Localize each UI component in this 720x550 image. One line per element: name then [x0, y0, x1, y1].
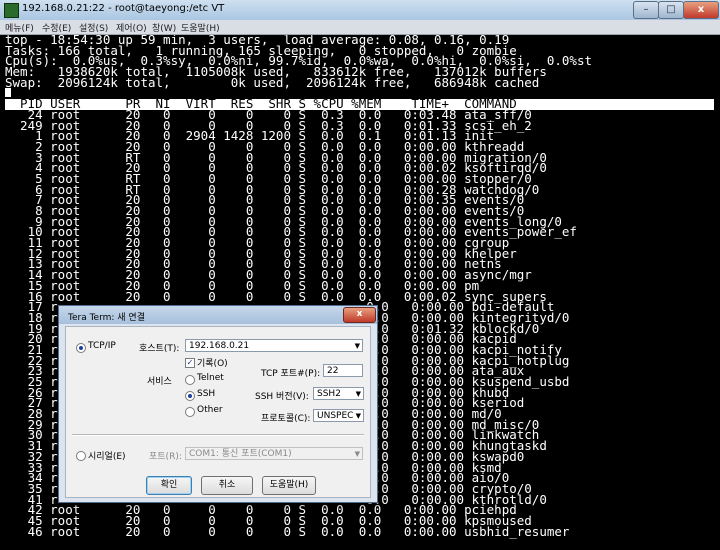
- port-label: 포트(R):: [149, 452, 182, 462]
- service-label: 서비스: [147, 377, 172, 387]
- cancel-button[interactable]: 취소: [201, 476, 253, 495]
- ssh-label: SSH: [197, 389, 216, 399]
- tcpip-radio[interactable]: [76, 343, 86, 353]
- serial-port-value: COM1: 통신 포트(COM1): [189, 449, 292, 459]
- history-label: 기록(O): [197, 359, 228, 369]
- ssh-version-label: SSH 버전(V):: [255, 392, 309, 402]
- serial-radio[interactable]: [76, 451, 86, 461]
- close-button[interactable]: x: [683, 1, 719, 19]
- tcpip-label: TCP/IP: [88, 341, 116, 351]
- host-combobox[interactable]: 192.168.0.21 ▼: [185, 339, 363, 352]
- serial-port-select[interactable]: COM1: 통신 포트(COM1) ▼: [185, 447, 363, 460]
- history-checkbox[interactable]: ✓: [185, 358, 195, 368]
- chevron-down-icon: ▼: [355, 412, 361, 420]
- chevron-down-icon: ▼: [354, 342, 360, 350]
- ok-button[interactable]: 확인: [146, 476, 192, 495]
- telnet-label: Telnet: [197, 373, 224, 383]
- teraterm-app-icon: [4, 3, 19, 18]
- other-radio[interactable]: [185, 407, 195, 417]
- serial-label: 시리얼(E): [88, 452, 126, 462]
- dialog-title: Tera Term: 새 연결: [68, 313, 145, 323]
- chevron-down-icon: ▼: [355, 390, 361, 398]
- menu-help[interactable]: 도움말(H): [181, 21, 220, 34]
- dialog-separator: [72, 434, 364, 436]
- new-connection-dialog: Tera Term: 새 연결 x TCP/IP 호스트(T): 192.168…: [58, 305, 378, 503]
- window-titlebar[interactable]: 192.168.0.21:22 - root@taeyong:/etc VT –…: [0, 0, 720, 21]
- dialog-titlebar[interactable]: Tera Term: 새 연결 x: [59, 306, 377, 324]
- ssh-version-value: SSH2: [317, 389, 341, 399]
- menu-edit[interactable]: 수정(E): [42, 21, 71, 34]
- menu-bar: 메뉴(F) 수정(E) 설정(S) 제어(O) 창(W) 도움말(H): [0, 20, 720, 35]
- swap-summary-line: Swap: 2096124k total, 0k used, 2096124k …: [5, 74, 540, 90]
- dialog-body: TCP/IP 호스트(T): 192.168.0.21 ▼ ✓ 기록(O) 서비…: [65, 326, 371, 498]
- host-label: 호스트(T):: [139, 344, 180, 354]
- protocol-value: UNSPEC: [317, 411, 354, 421]
- other-label: Other: [197, 405, 223, 415]
- tcp-port-label: TCP 포트#(P):: [261, 369, 321, 379]
- menu-control[interactable]: 제어(O): [116, 21, 147, 34]
- maximize-button[interactable]: □: [658, 1, 684, 19]
- host-value: 192.168.0.21: [189, 341, 250, 351]
- process-row: 46 root 20 0 0 0 0 S 0.0 0.0 0:00.00 usb…: [5, 523, 570, 539]
- chevron-down-icon: ▼: [354, 450, 360, 458]
- dialog-close-button[interactable]: x: [343, 307, 376, 323]
- ssh-radio[interactable]: [185, 391, 195, 401]
- telnet-radio[interactable]: [185, 375, 195, 385]
- ssh-version-select[interactable]: SSH2 ▼: [313, 387, 364, 400]
- help-button[interactable]: 도움말(H): [262, 476, 316, 495]
- menu-file[interactable]: 메뉴(F): [5, 21, 34, 34]
- minimize-button[interactable]: –: [633, 1, 659, 19]
- menu-setup[interactable]: 설정(S): [79, 21, 108, 34]
- protocol-label: 프로토콜(C):: [261, 414, 311, 424]
- window-title: 192.168.0.21:22 - root@taeyong:/etc VT: [22, 3, 225, 14]
- menu-window[interactable]: 창(W): [152, 21, 176, 34]
- protocol-select[interactable]: UNSPEC ▼: [313, 409, 364, 422]
- tcp-port-input[interactable]: 22: [323, 364, 363, 377]
